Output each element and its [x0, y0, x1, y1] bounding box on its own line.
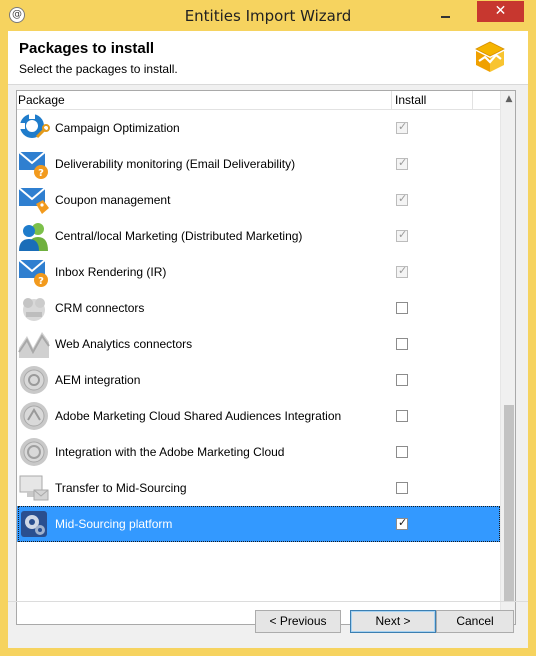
package-label: Adobe Marketing Cloud Shared Audiences I… — [55, 409, 342, 423]
inbox-rendering-icon: ? — [18, 259, 48, 287]
cancel-button[interactable]: Cancel — [436, 610, 514, 633]
package-label: Mid-Sourcing platform — [55, 517, 173, 531]
package-label: Inbox Rendering (IR) — [55, 265, 167, 279]
package-label: Transfer to Mid-Sourcing — [55, 481, 187, 495]
package-row[interactable]: AEM integration — [17, 362, 500, 398]
install-checkbox[interactable] — [396, 374, 408, 386]
wizard-client: Packages to install Select the packages … — [8, 31, 528, 648]
distributed-marketing-icon — [19, 223, 48, 251]
column-divider[interactable] — [391, 91, 392, 110]
packages-grid: Package Install Campaign Optimization ✓ … — [16, 90, 516, 625]
package-label: Campaign Optimization — [55, 121, 180, 135]
column-divider[interactable] — [472, 91, 473, 110]
close-button[interactable]: ✕ — [477, 1, 524, 22]
vertical-scrollbar[interactable]: ▲ ▼ — [500, 91, 515, 624]
package-row[interactable]: ? Deliverability monitoring (Email Deliv… — [17, 146, 500, 182]
package-row[interactable]: ? Inbox Rendering (IR) — [17, 254, 500, 290]
package-row[interactable]: Campaign Optimization — [17, 110, 500, 146]
install-checkbox[interactable] — [396, 156, 408, 170]
install-checkbox[interactable] — [396, 338, 408, 350]
scroll-thumb[interactable] — [504, 405, 514, 602]
install-checkbox[interactable] — [396, 228, 408, 242]
page-title: Packages to install — [19, 40, 155, 57]
package-label: Central/local Marketing (Distributed Mar… — [55, 229, 303, 243]
package-label: AEM integration — [55, 373, 141, 387]
install-checkbox[interactable] — [396, 446, 408, 458]
previous-button[interactable]: < Previous — [255, 610, 341, 633]
package-logo-icon — [475, 41, 505, 72]
install-checkbox[interactable] — [396, 264, 408, 278]
column-header-install[interactable]: Install — [395, 93, 426, 107]
web-analytics-icon — [18, 332, 50, 358]
package-label: Web Analytics connectors — [55, 337, 193, 351]
package-label: Integration with the Adobe Marketing Clo… — [55, 445, 285, 459]
install-checkbox[interactable] — [396, 482, 408, 494]
wizard-header: Packages to install Select the packages … — [8, 31, 528, 85]
install-checkbox[interactable] — [396, 410, 408, 422]
minimize-button[interactable] — [432, 4, 458, 24]
shared-audiences-icon — [20, 402, 48, 430]
scroll-up-arrow-icon[interactable]: ▲ — [501, 91, 515, 108]
package-rows: Campaign Optimization ? Deliverability m… — [17, 110, 500, 542]
marketing-cloud-icon — [20, 438, 48, 466]
grid-header: Package Install — [17, 91, 500, 110]
package-row[interactable]: CRM connectors — [17, 290, 500, 326]
install-checkbox[interactable] — [396, 192, 408, 206]
footer-divider — [8, 601, 528, 602]
next-button[interactable]: Next > — [350, 610, 436, 633]
deliverability-icon: ? — [18, 151, 48, 179]
package-row[interactable]: Adobe Marketing Cloud Shared Audiences I… — [17, 398, 500, 434]
campaign-optimization-icon — [18, 112, 50, 139]
package-row[interactable]: Web Analytics connectors — [17, 326, 500, 362]
package-row[interactable]: Transfer to Mid-Sourcing — [17, 470, 500, 506]
coupon-icon — [18, 187, 49, 214]
package-label: CRM connectors — [55, 301, 145, 315]
package-row-selected[interactable]: Mid-Sourcing platform — [17, 506, 500, 542]
package-label: Coupon management — [55, 193, 171, 207]
svg-text:?: ? — [38, 276, 44, 287]
title-bar[interactable]: @ Entities Import Wizard ✕ — [0, 0, 536, 31]
svg-text:?: ? — [38, 168, 44, 179]
package-row[interactable]: Integration with the Adobe Marketing Clo… — [17, 434, 500, 470]
aem-icon — [20, 366, 48, 394]
package-row[interactable]: Central/local Marketing (Distributed Mar… — [17, 218, 500, 254]
wizard-window: @ Entities Import Wizard ✕ Packages to i… — [0, 0, 536, 656]
mid-sourcing-transfer-icon — [19, 475, 49, 501]
install-checkbox[interactable] — [396, 302, 408, 314]
crm-connectors-icon — [23, 298, 45, 321]
install-checkbox[interactable] — [396, 120, 408, 134]
package-label: Deliverability monitoring (Email Deliver… — [55, 157, 296, 171]
package-row[interactable]: Coupon management — [17, 182, 500, 218]
column-header-package[interactable]: Package — [18, 93, 65, 107]
page-subtitle: Select the packages to install. — [19, 62, 178, 76]
install-checkbox[interactable] — [396, 516, 408, 530]
mid-sourcing-platform-icon — [21, 511, 47, 537]
